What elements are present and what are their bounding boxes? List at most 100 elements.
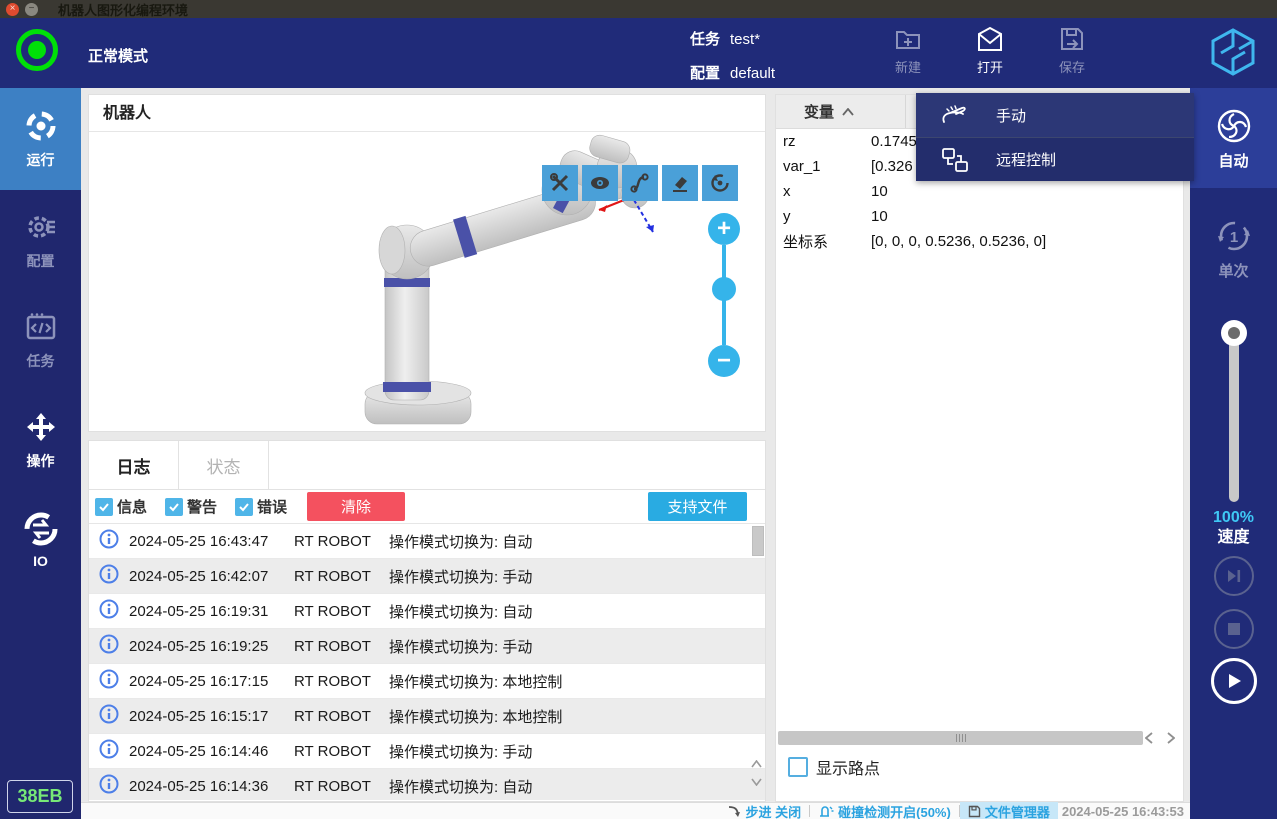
variable-row[interactable]: 坐标系 [0, 0, 0, 0.5236, 0.5236, 0] bbox=[776, 229, 1183, 254]
eye-icon bbox=[589, 172, 611, 194]
variable-row[interactable]: y 10 bbox=[776, 204, 1183, 229]
log-row[interactable]: 2024-05-25 16:15:17 RT ROBOT 操作模式切换为: 本地… bbox=[89, 699, 765, 734]
log-row[interactable]: 2024-05-25 16:42:07 RT ROBOT 操作模式切换为: 手动 bbox=[89, 559, 765, 594]
log-source: RT ROBOT bbox=[294, 533, 389, 550]
sidebar-item-operate[interactable]: 操作 bbox=[0, 390, 81, 490]
step-mode-indicator[interactable]: 步进 关闭 bbox=[719, 802, 810, 819]
log-time: 2024-05-25 16:14:46 bbox=[129, 743, 294, 760]
config-label: 配置 bbox=[690, 65, 720, 82]
robot-3d-panel: 机器人 bbox=[88, 94, 766, 432]
save-icon bbox=[1057, 24, 1087, 54]
zoom-slider-knob[interactable] bbox=[712, 277, 736, 301]
step-mode-icon bbox=[727, 805, 742, 818]
log-list: 2024-05-25 16:43:47 RT ROBOT 操作模式切换为: 自动… bbox=[89, 524, 765, 800]
log-source: RT ROBOT bbox=[294, 568, 389, 585]
eraser-icon bbox=[669, 172, 691, 194]
file-manager-button[interactable]: 文件管理器 bbox=[960, 802, 1058, 819]
menu-item-label: 手动 bbox=[996, 105, 1026, 126]
stop-button[interactable] bbox=[1214, 609, 1254, 649]
log-scrollbar-thumb[interactable] bbox=[752, 526, 764, 556]
auto-swirl-icon bbox=[1214, 106, 1254, 146]
log-tabbar: 日志 状态 bbox=[89, 441, 765, 490]
step-forward-button[interactable] bbox=[1214, 556, 1254, 596]
app-window: × − 机器人图形化编程环境 正常模式 任务test* 配置default 新建… bbox=[0, 0, 1277, 819]
scroll-down-button[interactable] bbox=[749, 773, 764, 791]
checkbox-checked-icon bbox=[95, 498, 113, 516]
scroll-up-button[interactable] bbox=[749, 755, 764, 773]
scroll-left-button[interactable] bbox=[1141, 731, 1157, 745]
menu-item-manual[interactable]: 手动 bbox=[916, 93, 1194, 137]
open-file-icon bbox=[975, 24, 1005, 54]
code-window-icon bbox=[23, 309, 59, 345]
config-row: 配置default bbox=[690, 62, 775, 83]
scroll-right-button[interactable] bbox=[1163, 731, 1179, 745]
save-button[interactable]: 保存 bbox=[1049, 24, 1095, 76]
log-time: 2024-05-25 16:15:17 bbox=[129, 708, 294, 725]
info-icon bbox=[99, 739, 129, 763]
log-source: RT ROBOT bbox=[294, 778, 389, 795]
variable-row[interactable]: x 10 bbox=[776, 179, 1183, 204]
rotate-icon bbox=[709, 172, 731, 194]
tab-log[interactable]: 日志 bbox=[89, 441, 179, 489]
log-time: 2024-05-25 16:19:25 bbox=[129, 638, 294, 655]
erase-button[interactable] bbox=[662, 165, 698, 201]
zoom-slider[interactable] bbox=[722, 245, 726, 345]
variables-panel: 变量 rz 0.1745 var_1 [0.326 x 10 y 10 坐标系 … bbox=[775, 94, 1184, 802]
tools-button[interactable] bbox=[542, 165, 578, 201]
play-button[interactable] bbox=[1211, 658, 1257, 704]
filter-warn-checkbox[interactable]: 警告 bbox=[165, 496, 217, 517]
path-button[interactable] bbox=[622, 165, 658, 201]
log-row[interactable]: 2024-05-25 16:19:25 RT ROBOT 操作模式切换为: 手动 bbox=[89, 629, 765, 664]
collision-indicator[interactable]: 碰撞检测开启(50%) bbox=[810, 802, 959, 819]
filter-error-checkbox[interactable]: 错误 bbox=[235, 496, 287, 517]
log-message: 操作模式切换为: 本地控制 bbox=[389, 671, 562, 692]
sidebar-item-label: 配置 bbox=[27, 251, 55, 271]
checkbox-checked-icon bbox=[235, 498, 253, 516]
speed-slider-track[interactable] bbox=[1229, 330, 1239, 502]
log-time: 2024-05-25 16:19:31 bbox=[129, 603, 294, 620]
variable-value: 10 bbox=[871, 208, 888, 225]
log-row[interactable]: 2024-05-25 16:14:36 RT ROBOT 操作模式切换为: 自动 bbox=[89, 769, 765, 800]
tools-icon bbox=[549, 172, 571, 194]
variable-name: var_1 bbox=[776, 158, 871, 175]
log-row[interactable]: 2024-05-25 16:19:31 RT ROBOT 操作模式切换为: 自动 bbox=[89, 594, 765, 629]
menu-item-remote-control[interactable]: 远程控制 bbox=[916, 137, 1194, 181]
auto-label: 自动 bbox=[1218, 150, 1248, 171]
minimize-icon[interactable]: − bbox=[25, 3, 38, 16]
zoom-out-button[interactable]: − bbox=[708, 345, 740, 377]
zoom-in-button[interactable]: + bbox=[708, 213, 740, 245]
path-icon bbox=[629, 172, 651, 194]
log-row[interactable]: 2024-05-25 16:43:47 RT ROBOT 操作模式切换为: 自动 bbox=[89, 524, 765, 559]
stop-icon bbox=[1227, 622, 1241, 636]
sidebar-item-auto[interactable]: 自动 bbox=[1190, 88, 1277, 188]
filter-info-label: 信息 bbox=[117, 496, 147, 517]
sidebar-item-config[interactable]: 配置 bbox=[0, 190, 81, 290]
log-panel: 日志 状态 信息 警告 错误 清除 支持文件 2024-05-25 16: bbox=[88, 440, 766, 802]
run-icon bbox=[23, 108, 59, 144]
sidebar-item-task[interactable]: 任务 bbox=[0, 290, 81, 390]
filter-info-checkbox[interactable]: 信息 bbox=[95, 496, 147, 517]
log-row[interactable]: 2024-05-25 16:14:46 RT ROBOT 操作模式切换为: 手动 bbox=[89, 734, 765, 769]
sidebar-item-single[interactable]: 1 单次 bbox=[1190, 202, 1277, 294]
open-button[interactable]: 打开 bbox=[967, 24, 1013, 76]
visibility-button[interactable] bbox=[582, 165, 618, 201]
support-files-button[interactable]: 支持文件 bbox=[648, 492, 747, 521]
new-button[interactable]: 新建 bbox=[885, 24, 931, 76]
show-waypoints-checkbox[interactable]: 显示路点 bbox=[788, 755, 880, 779]
speed-slider-knob[interactable] bbox=[1221, 320, 1247, 346]
clear-button[interactable]: 清除 bbox=[307, 492, 405, 521]
hand-icon bbox=[940, 100, 970, 130]
tab-status[interactable]: 状态 bbox=[179, 441, 269, 489]
speed-value: 100% bbox=[1190, 508, 1277, 528]
file-manager-label: 文件管理器 bbox=[985, 802, 1050, 819]
reset-view-button[interactable] bbox=[702, 165, 738, 201]
log-row[interactable]: 2024-05-25 16:17:15 RT ROBOT 操作模式切换为: 本地… bbox=[89, 664, 765, 699]
speed-slider[interactable] bbox=[1229, 320, 1239, 502]
log-filterbar: 信息 警告 错误 清除 支持文件 bbox=[89, 490, 765, 524]
close-icon[interactable]: × bbox=[6, 3, 19, 16]
chevron-up-icon bbox=[842, 108, 854, 116]
sidebar-item-io[interactable]: IO bbox=[0, 490, 81, 590]
variables-hscrollbar[interactable] bbox=[778, 731, 1143, 745]
sidebar-item-label: 操作 bbox=[27, 451, 55, 471]
sidebar-item-run[interactable]: 运行 bbox=[0, 88, 81, 190]
